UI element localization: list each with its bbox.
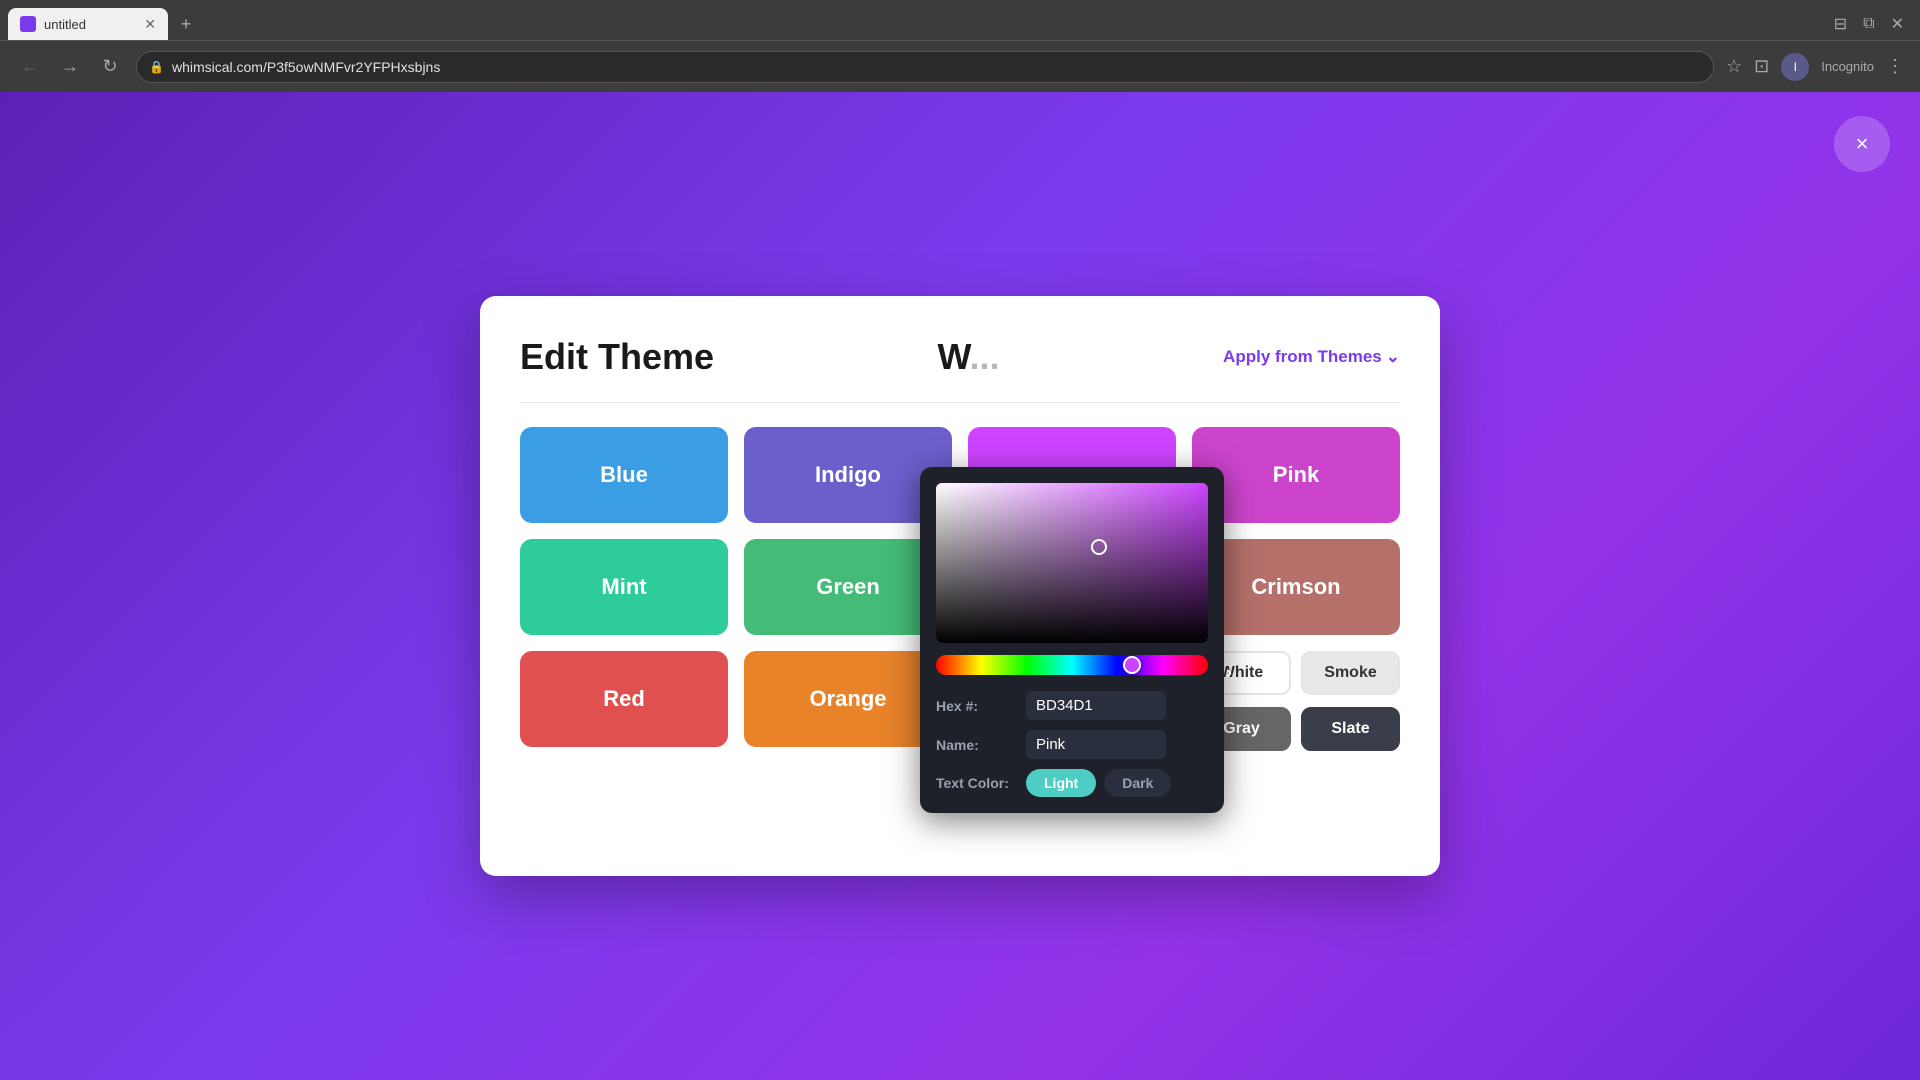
name-input[interactable] [1026,730,1166,759]
neutral-tile-slate[interactable]: Slate [1301,707,1400,751]
hex-field-row: Hex #: [936,691,1208,720]
text-color-row: Text Color: Light Dark [936,769,1208,797]
restore-button[interactable]: ⧉ [1863,15,1874,33]
hex-input[interactable] [1026,691,1166,720]
nav-actions: ☆ ⊡ I Incognito ⋮ [1726,53,1904,81]
tab-close-button[interactable]: ✕ [144,17,156,31]
browser-chrome: untitled ✕ + ⊟ ⧉ ✕ ← → ↻ 🔒 whimsical.com… [0,0,1920,92]
hue-handle [1123,656,1141,674]
window-controls: ⊟ ⧉ ✕ [1834,14,1904,34]
edit-theme-panel: Edit Theme W... Apply from Themes ⌄ Blue… [480,296,1440,876]
address-bar[interactable]: 🔒 whimsical.com/P3f5owNMFvr2YFPHxsbjns [136,51,1714,83]
color-tile-purple[interactable]: › Hex #: Name: [968,427,1176,523]
neutral-slate-label: Slate [1331,720,1369,738]
bookmark-icon[interactable]: ☆ [1726,56,1742,77]
page-background: × Edit Theme W... Apply from Themes ⌄ Bl… [0,92,1920,1080]
window-close-button[interactable]: ✕ [1891,14,1904,34]
name-label: Name: [936,737,1026,753]
color-tile-crimson-label: Crimson [1251,574,1340,600]
new-tab-button[interactable]: + [172,10,200,38]
text-color-dark-button[interactable]: Dark [1104,769,1171,797]
neutral-gray-label: Gray [1223,720,1259,738]
color-tile-green-label: Green [816,574,880,600]
tab-bar: untitled ✕ + ⊟ ⧉ ✕ [0,0,1920,40]
text-color-light-button[interactable]: Light [1026,769,1096,797]
tab-title: untitled [44,17,136,32]
wip-preview-text: W... [938,336,1000,378]
text-color-label: Text Color: [936,775,1026,791]
forward-button[interactable]: → [56,53,84,81]
color-tile-red-label: Red [603,686,645,712]
nav-bar: ← → ↻ 🔒 whimsical.com/P3f5owNMFvr2YFPHxs… [0,40,1920,92]
url-text: whimsical.com/P3f5owNMFvr2YFPHxsbjns [172,59,440,75]
reader-mode-icon[interactable]: ⊡ [1754,56,1769,77]
color-tile-blue-label: Blue [600,462,648,488]
back-button[interactable]: ← [16,53,44,81]
color-tile-red[interactable]: Red [520,651,728,747]
hue-next-icon[interactable]: › [1226,663,1232,684]
color-picker-popup: › Hex #: Name: [920,467,1224,813]
incognito-label: Incognito [1821,59,1874,74]
browser-menu-button[interactable]: ⋮ [1886,56,1904,77]
tab-favicon [20,16,36,32]
lock-icon: 🔒 [149,60,164,74]
color-tile-blue[interactable]: Blue [520,427,728,523]
panel-header: Edit Theme W... Apply from Themes ⌄ [520,336,1400,378]
panel-divider [520,402,1400,403]
apply-themes-button[interactable]: Apply from Themes ⌄ [1223,347,1400,367]
hex-label: Hex #: [936,698,1026,714]
apply-themes-label: Apply from Themes [1223,347,1382,367]
refresh-button[interactable]: ↻ [96,53,124,81]
chevron-down-icon: ⌄ [1386,347,1400,367]
hue-slider[interactable] [936,655,1208,675]
name-field-row: Name: [936,730,1208,759]
color-grid: Blue Indigo [520,427,1400,751]
hue-row: › [936,655,1208,691]
color-tile-indigo-label: Indigo [815,462,881,488]
active-tab[interactable]: untitled ✕ [8,8,168,40]
profile-button[interactable]: I [1781,53,1809,81]
color-tile-orange-label: Orange [809,686,886,712]
text-color-options: Light Dark [1026,769,1171,797]
panel-title: Edit Theme [520,336,714,378]
color-tile-mint-label: Mint [601,574,646,600]
color-tile-pink-label: Pink [1273,462,1319,488]
color-spectrum[interactable] [936,483,1208,643]
close-modal-button[interactable]: × [1834,116,1890,172]
neutral-tile-smoke[interactable]: Smoke [1301,651,1400,695]
color-tile-mint[interactable]: Mint [520,539,728,635]
minimize-button[interactable]: ⊟ [1834,14,1847,34]
neutral-smoke-label: Smoke [1324,664,1376,682]
